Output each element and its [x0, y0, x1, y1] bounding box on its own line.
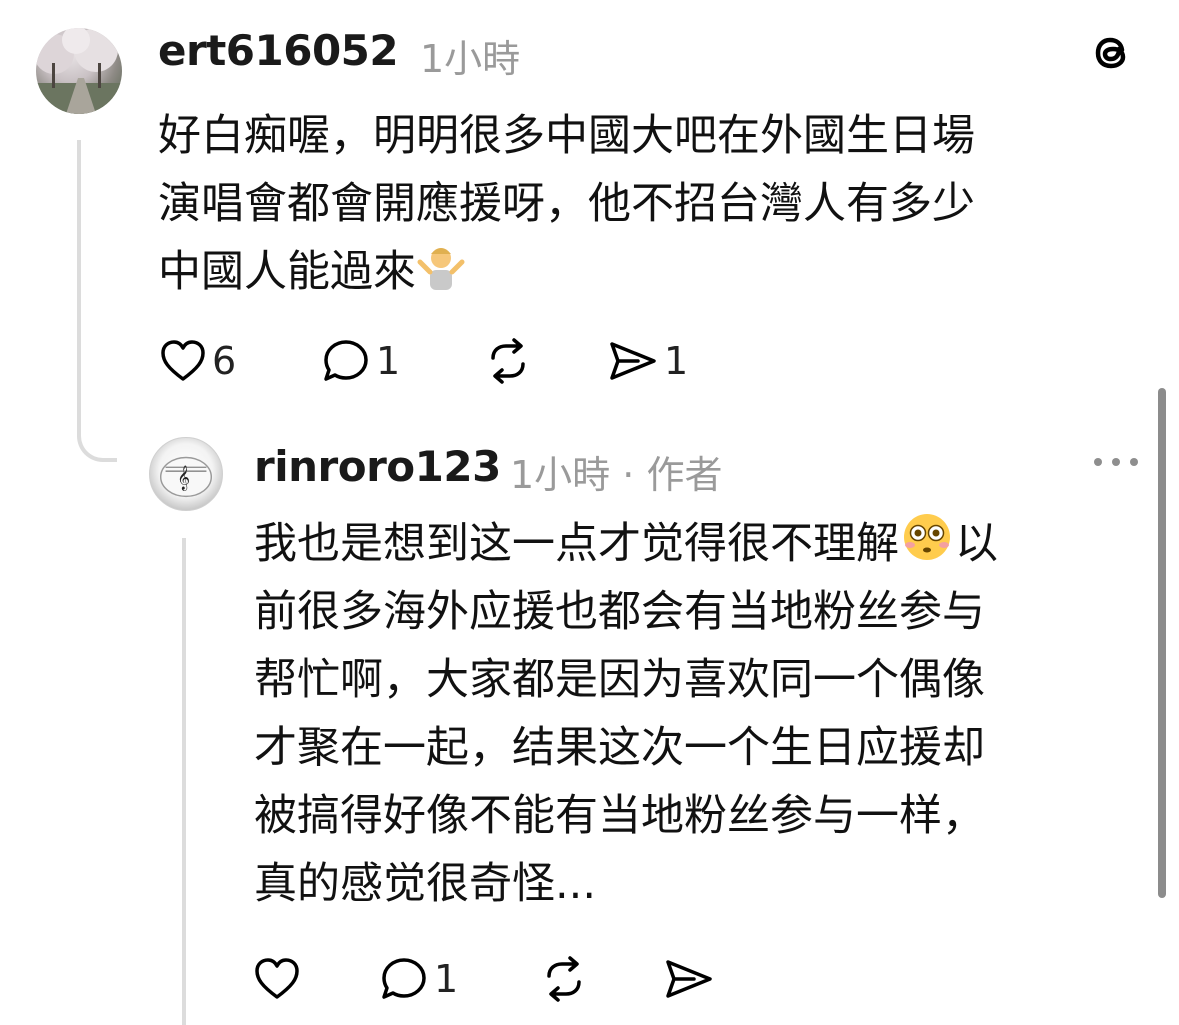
like-button[interactable]: 6 [160, 336, 236, 386]
svg-text:𝄞: 𝄞 [177, 466, 190, 491]
avatar-rinroro123[interactable]: 𝄞 [149, 437, 223, 511]
reply-line-6: 真的感觉很奇怪... [254, 859, 597, 909]
share-icon [664, 956, 714, 1002]
reply-timestamp: 1小時 [510, 453, 611, 497]
comment-line-1: 好白痴喔，明明很多中國大吧在外國生日場 [158, 111, 975, 161]
reply-line-2: 前很多海外应援也都会有当地粉丝参与 [254, 587, 985, 637]
flushed-face-emoji [899, 512, 955, 582]
like-count: 6 [212, 339, 237, 383]
reply-body: 我也是想到这一点才觉得很不理解 以 前很多海外应援也都会有当地粉丝参与 帮忙啊，… [254, 510, 998, 918]
scrollbar[interactable] [1158, 388, 1166, 898]
reply-reply-button[interactable]: 1 [380, 954, 458, 1004]
repost-button[interactable] [484, 336, 532, 386]
share-count: 1 [664, 339, 689, 383]
reply-thread-line [182, 538, 186, 1025]
thread-connector-line [77, 140, 117, 462]
reply-username[interactable]: rinroro123 [254, 442, 501, 491]
reply-line-4: 才聚在一起，结果这次一个生日应援却 [254, 723, 985, 773]
reply-share-button[interactable] [664, 954, 714, 1004]
comment-body: 好白痴喔，明明很多中國大吧在外國生日場 演唱會都會開應援呀，他不招台灣人有多少 … [158, 102, 975, 306]
heart-icon [254, 957, 300, 1001]
reply-count: 1 [376, 339, 401, 383]
heart-icon [160, 339, 206, 383]
comment-icon [322, 338, 370, 384]
reply-line-1: 我也是想到这一点才觉得很不理解 以 [254, 510, 998, 578]
avatar-ert616052[interactable] [36, 28, 122, 114]
repost-icon [540, 956, 588, 1002]
comment-line-3: 中國人能過來 [158, 238, 975, 306]
repost-icon [484, 338, 532, 384]
reply-reply-count: 1 [434, 957, 459, 1001]
share-button[interactable]: 1 [608, 336, 688, 386]
threads-logo-icon[interactable] [1088, 28, 1136, 76]
reply-button[interactable]: 1 [322, 336, 400, 386]
share-icon [608, 338, 658, 384]
comment-timestamp: 1小時 [420, 37, 521, 81]
reply-line-3: 帮忙啊，大家都是因为喜欢同一个偶像 [254, 655, 985, 705]
comment-icon [380, 956, 428, 1002]
author-badge: 作者 [646, 453, 723, 497]
reply-like-button[interactable] [254, 954, 300, 1004]
comment-line-3-text: 中國人能過來 [158, 247, 416, 297]
reply-line-5: 被搞得好像不能有当地粉丝参与一样， [254, 791, 985, 841]
comment-username[interactable]: ert616052 [158, 26, 399, 75]
person-shrugging-emoji [416, 240, 466, 310]
reply-meta: 1小時 · 作者 [510, 444, 722, 499]
more-options-icon[interactable] [1088, 452, 1144, 472]
meta-separator: · [622, 453, 635, 497]
comment-line-2: 演唱會都會開應援呀，他不招台灣人有多少 [158, 179, 975, 229]
reply-line-1-suffix: 以 [955, 519, 998, 569]
reply-line-1-text: 我也是想到这一点才觉得很不理解 [254, 519, 899, 569]
reply-repost-button[interactable] [540, 954, 588, 1004]
